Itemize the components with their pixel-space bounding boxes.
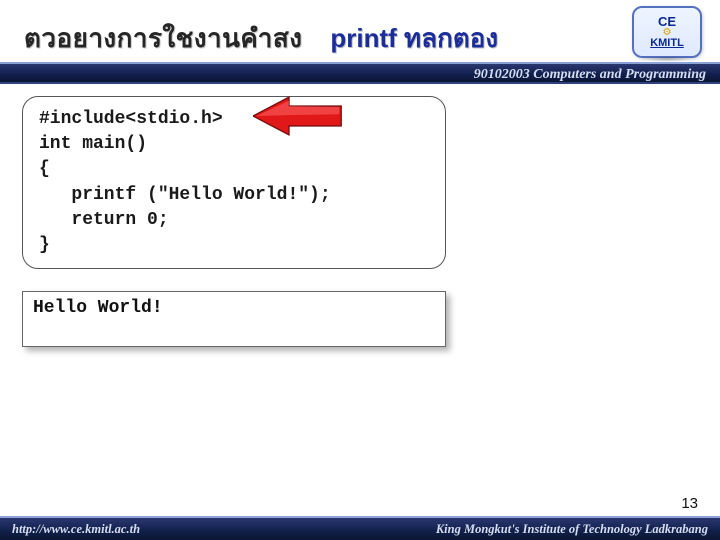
title-printf: printf ทลกตอง [330,18,498,59]
course-code-text: 90102003 Computers and Programming [474,67,706,82]
content-area: #include<stdio.h> int main() { printf ("… [22,96,698,347]
footer-bar: http://www.ce.kmitl.ac.th King Mongkut's… [0,516,720,540]
source-code: #include<stdio.h> int main() { printf ("… [39,107,429,258]
source-code-box: #include<stdio.h> int main() { printf ("… [22,96,446,269]
logo-kmitl-text: KMITL [650,38,684,49]
institution-logo: CE ⚙ KMITL [632,6,702,58]
red-arrow-annotation [253,95,343,137]
course-bar: 90102003 Computers and Programming [0,62,720,84]
title-thai: ตวอยางการใชงานคำสง [24,18,302,59]
footer-institution: King Mongkut's Institute of Technology L… [436,522,708,537]
page-number: 13 [681,495,698,512]
header: ตวอยางการใชงานคำสง printf ทลกตอง CE ⚙ KM… [0,0,720,78]
program-output: Hello World! [33,298,435,318]
slide-title: ตวอยางการใชงานคำสง printf ทลกตอง [24,18,720,59]
output-box: Hello World! [22,291,446,347]
footer-url: http://www.ce.kmitl.ac.th [12,522,140,537]
